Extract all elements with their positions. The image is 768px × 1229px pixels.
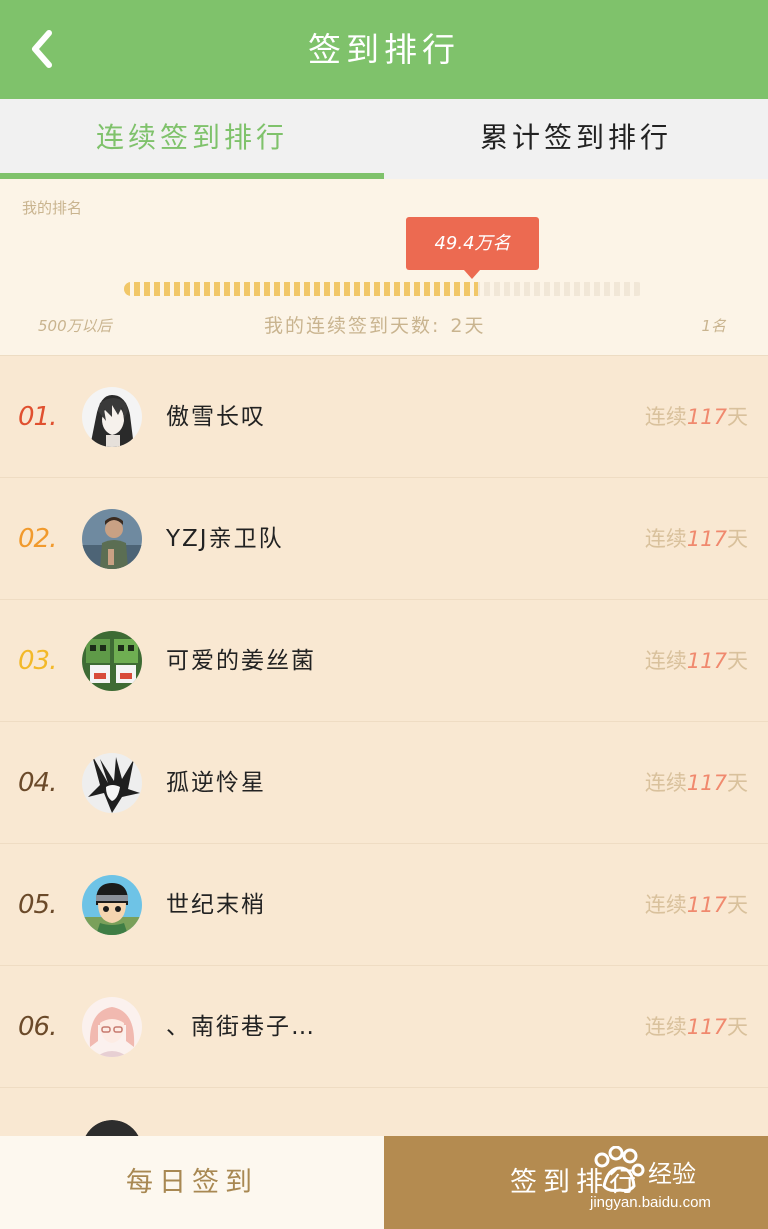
user-name: 傲雪长叹 xyxy=(166,404,266,430)
streak-prefix: 连续 xyxy=(644,1015,687,1039)
streak-prefix: 连续 xyxy=(644,405,687,429)
streak-number: 117 xyxy=(686,893,727,917)
bubble-pointer xyxy=(464,270,480,279)
streak-suffix: 天 xyxy=(727,405,748,429)
ranking-row[interactable]: 03. 可爱的姜丝菌 连续117天 xyxy=(0,600,768,722)
ranking-row[interactable]: 04. 孤逆怜星 连续117天 xyxy=(0,722,768,844)
user-name: 、南街巷子… xyxy=(166,1014,316,1040)
avatar[interactable] xyxy=(82,997,142,1057)
baidu-watermark: 经验 jingyan.baidu.com xyxy=(588,1142,758,1222)
rank-number: 03. xyxy=(18,646,57,676)
pixel-creepers-avatar-icon xyxy=(82,631,142,691)
avatar[interactable] xyxy=(82,631,142,691)
user-name: YZJ亲卫队 xyxy=(166,526,284,552)
scale-min-label: 500万以后 xyxy=(38,317,112,335)
rank-progress-fill xyxy=(124,282,478,296)
streak-number: 117 xyxy=(686,771,727,795)
streak-suffix: 天 xyxy=(727,1015,748,1039)
avatar[interactable] xyxy=(82,753,142,813)
streak-suffix: 天 xyxy=(727,771,748,795)
man-photo-avatar-icon xyxy=(82,509,142,569)
tab-cumulative[interactable]: 累计签到排行 xyxy=(384,99,768,179)
header-bar: 签到排行 xyxy=(0,0,768,99)
streak-suffix: 天 xyxy=(727,649,748,673)
user-name: 世纪末梢 xyxy=(166,892,266,918)
rank-number: 01. xyxy=(18,402,57,432)
user-name: 孤逆怜星 xyxy=(166,770,266,796)
rank-number: 05. xyxy=(18,890,57,920)
scale-max-label: 1名 xyxy=(701,317,726,335)
rank-number: 04. xyxy=(18,768,57,798)
streak-prefix: 连续 xyxy=(644,649,687,673)
streak-text: 连续117天 xyxy=(645,478,748,600)
watermark-brand: 经验 xyxy=(648,1160,696,1188)
user-name: 可爱的姜丝菌 xyxy=(166,648,316,674)
streak-prefix: 连续 xyxy=(644,771,687,795)
rank-progress-bar xyxy=(124,282,644,296)
ranking-row[interactable]: 05. 世纪末梢 连续117天 xyxy=(0,844,768,966)
streak-number: 117 xyxy=(686,527,727,551)
rank-number: 06. xyxy=(18,1012,57,1042)
avatar[interactable] xyxy=(82,875,142,935)
my-rank-panel: 我的排名 49.4万名 500万以后 我的连续签到天数: 2天 1名 xyxy=(0,179,768,356)
ranking-row[interactable]: 02. YZJ亲卫队 连续117天 xyxy=(0,478,768,600)
anime-girl-avatar-icon xyxy=(82,997,142,1057)
avatar-partial-icon xyxy=(85,1120,139,1136)
daily-checkin-button[interactable]: 每日签到 xyxy=(0,1136,384,1229)
tab-bar: 连续签到排行 累计签到排行 xyxy=(0,99,768,179)
anime-sketch-avatar-icon xyxy=(82,387,142,447)
ranking-row-partial[interactable] xyxy=(0,1088,768,1136)
consecutive-days-label: 我的连续签到天数: xyxy=(264,315,441,337)
consecutive-days: 我的连续签到天数: 2天 xyxy=(264,311,486,338)
avatar[interactable] xyxy=(82,1120,142,1136)
page-title: 签到排行 xyxy=(308,30,460,69)
watermark-url: jingyan.baidu.com xyxy=(590,1194,711,1211)
rank-bubble: 49.4万名 xyxy=(406,217,539,270)
streak-number: 117 xyxy=(686,405,727,429)
rank-number: 02. xyxy=(18,524,57,554)
anime-sketch-2-avatar-icon xyxy=(82,753,142,813)
streak-text: 连续117天 xyxy=(645,966,748,1088)
streak-number: 117 xyxy=(686,1015,727,1039)
streak-prefix: 连续 xyxy=(644,893,687,917)
streak-text: 连续117天 xyxy=(645,844,748,966)
consecutive-days-value: 2天 xyxy=(450,315,486,337)
avatar[interactable] xyxy=(82,509,142,569)
ranking-list[interactable]: 01. 傲雪长叹 连续117天 02. YZJ亲卫队 连续117天 03. 可爱… xyxy=(0,356,768,1136)
streak-number: 117 xyxy=(686,649,727,673)
avatar[interactable] xyxy=(82,387,142,447)
ranking-row[interactable]: 01. 傲雪长叹 连续117天 xyxy=(0,356,768,478)
ranking-row[interactable]: 06. 、南街巷子… 连续117天 xyxy=(0,966,768,1088)
tab-consecutive[interactable]: 连续签到排行 xyxy=(0,99,384,179)
streak-text: 连续117天 xyxy=(645,600,748,722)
my-rank-label: 我的排名 xyxy=(22,199,83,217)
streak-text: 连续117天 xyxy=(645,356,748,478)
streak-suffix: 天 xyxy=(727,893,748,917)
paw-logo-icon xyxy=(594,1146,645,1192)
streak-prefix: 连续 xyxy=(644,527,687,551)
streak-suffix: 天 xyxy=(727,527,748,551)
anime-ninja-avatar-icon xyxy=(82,875,142,935)
streak-text: 连续117天 xyxy=(645,722,748,844)
